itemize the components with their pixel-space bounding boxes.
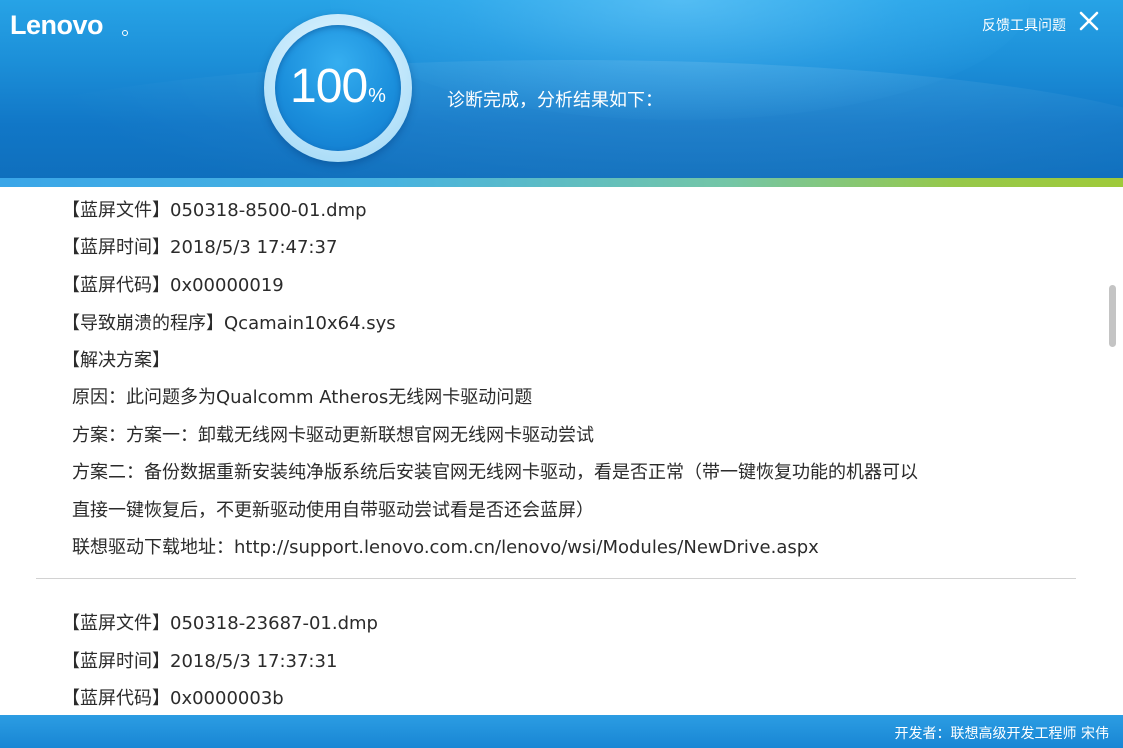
footer-bar: 开发者：联想高级开发工程师 宋伟 [0,715,1123,748]
entry1-file: 【蓝屏文件】050318-8500-01.dmp [62,200,367,221]
entry1-solution-header: 【解决方案】 [62,350,170,371]
entry1-download-link[interactable]: 联想驱动下载地址：http://support.lenovo.com.cn/le… [72,536,819,560]
progress-ring: 100% [264,14,412,162]
entry1-code: 【蓝屏代码】0x00000019 [62,275,284,296]
entry1-program: 【导致崩溃的程序】Qcamain10x64.sys [62,313,396,334]
entry1-plan2-line1: 方案二：备份数据重新安装纯净版系统后安装官网无线网卡驱动，看是否正常（带一键恢复… [72,462,918,483]
close-button[interactable] [1078,10,1100,32]
scrollbar-track[interactable] [1105,187,1123,715]
progress-readout: 100% [275,59,401,124]
lenovo-logo: Lenovo [10,10,104,40]
progress-value: 100 [290,60,368,113]
entry1-cause: 原因：此问题多为Qualcomm Atheros无线网卡驱动问题 [72,387,533,408]
progress-ring-inner: 100% [275,25,401,151]
scrollbar-thumb[interactable] [1109,285,1116,347]
entry2-time: 【蓝屏时间】2018/5/3 17:37:31 [62,651,338,672]
entry1-plan2-line2: 直接一键恢复后，不更新驱动使用自带驱动尝试看是否还会蓝屏） [72,500,594,521]
progress-unit: % [368,85,386,107]
accent-bar [0,178,1123,187]
feedback-link[interactable]: 反馈工具问题 [982,15,1066,35]
entry1-plan1: 方案：方案一：卸载无线网卡驱动更新联想官网无线网卡驱动尝试 [72,425,594,446]
diagnosis-status: 诊断完成，分析结果如下： [447,90,663,111]
entry1-time: 【蓝屏时间】2018/5/3 17:47:37 [62,237,338,258]
header-banner: Lenovo 反馈工具问题 100% 诊断完成，分析结果如下： [0,0,1123,178]
entry2-code: 【蓝屏代码】0x0000003b [62,688,284,709]
entry2-file: 【蓝屏文件】050318-23687-01.dmp [62,613,378,634]
entry-divider [36,578,1076,579]
report-panel[interactable]: 【蓝屏文件】050318-8500-01.dmp 【蓝屏时间】2018/5/3 … [0,187,1123,715]
header-glow-secondary [0,60,1123,178]
logo-dot-icon [122,30,128,36]
close-icon [1079,11,1099,31]
developer-credit: 开发者：联想高级开发工程师 宋伟 [894,726,1109,742]
